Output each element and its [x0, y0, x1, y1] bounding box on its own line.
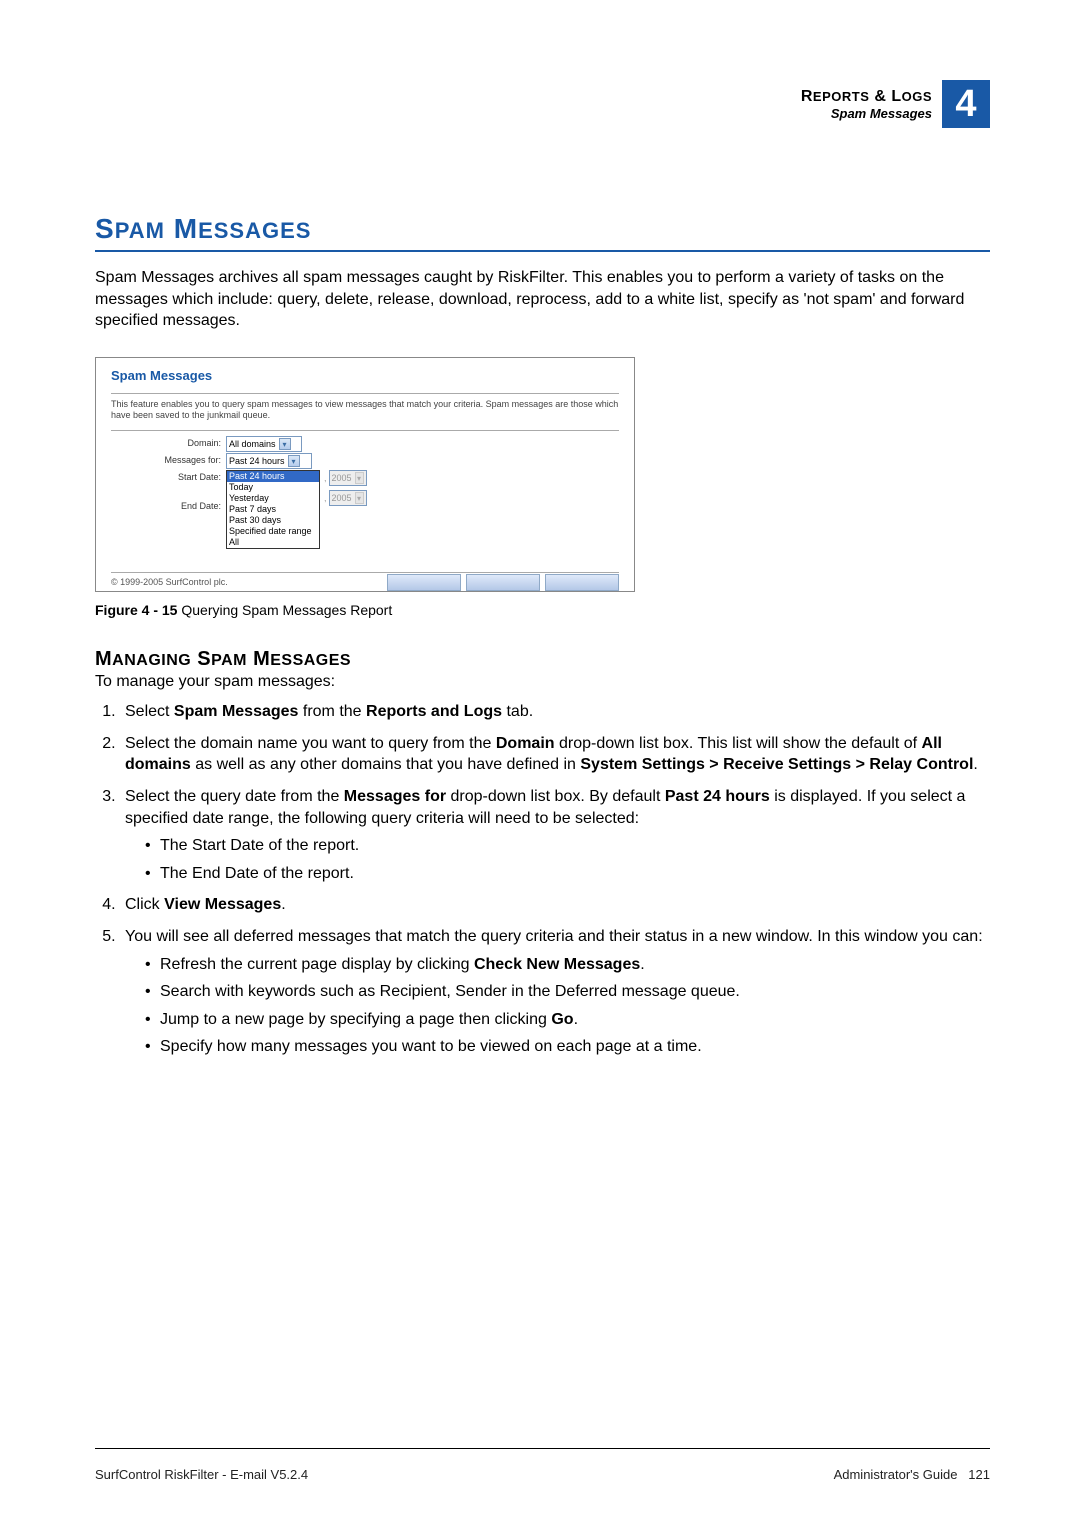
- substep-item: Specify how many messages you want to be…: [145, 1036, 990, 1058]
- chapter-number-badge: 4: [942, 80, 990, 128]
- dropdown-option[interactable]: Past 30 days: [227, 515, 319, 526]
- messages-for-dropdown[interactable]: Past 24 hours▾: [226, 453, 312, 469]
- dropdown-arrow-icon: ▾: [288, 455, 300, 467]
- end-date-label: End Date:: [111, 486, 226, 511]
- start-date-label: Start Date:: [111, 470, 226, 482]
- date-separator: ,: [324, 473, 327, 483]
- dropdown-arrow-icon: ▾: [355, 492, 364, 504]
- step-item: Select Spam Messages from the Reports an…: [120, 701, 990, 723]
- substep-item: The Start Date of the report.: [145, 835, 990, 857]
- substep-item: Refresh the current page display by clic…: [145, 954, 990, 976]
- dropdown-option[interactable]: Specified date range: [227, 526, 319, 537]
- panel-title: Spam Messages: [111, 368, 619, 383]
- end-year-dropdown[interactable]: 2005▾: [329, 490, 367, 506]
- dropdown-option[interactable]: Past 24 hours: [227, 471, 319, 482]
- dropdown-option[interactable]: All: [227, 537, 319, 548]
- domain-label: Domain:: [111, 436, 226, 448]
- footer-left: SurfControl RiskFilter - E-mail V5.2.4: [95, 1467, 308, 1482]
- messages-for-dropdown-list[interactable]: Past 24 hours Today Yesterday Past 7 day…: [226, 470, 320, 549]
- steps-list: Select Spam Messages from the Reports an…: [95, 701, 990, 1058]
- start-year-dropdown[interactable]: 2005▾: [329, 470, 367, 486]
- subsection-lead: To manage your spam messages:: [95, 673, 990, 691]
- title-rule: [95, 250, 990, 252]
- section-title: SPAM MESSAGES: [95, 213, 990, 245]
- step-item: Click View Messages.: [120, 894, 990, 916]
- page-footer: SurfControl RiskFilter - E-mail V5.2.4 A…: [95, 1467, 990, 1482]
- dropdown-option[interactable]: Yesterday: [227, 493, 319, 504]
- substep-item: Search with keywords such as Recipient, …: [145, 981, 990, 1003]
- messages-for-label: Messages for:: [111, 453, 226, 465]
- step-item: Select the query date from the Messages …: [120, 786, 990, 884]
- step-item: Select the domain name you want to query…: [120, 733, 990, 776]
- footer-rule: [95, 1448, 990, 1449]
- manual-page: REPORTS & LOGS Spam Messages 4 SPAM MESS…: [0, 0, 1080, 1527]
- substep-item: Jump to a new page by specifying a page …: [145, 1009, 990, 1031]
- figure-caption: Figure 4 - 15 Querying Spam Messages Rep…: [95, 602, 990, 618]
- dropdown-option[interactable]: Past 7 days: [227, 504, 319, 515]
- page-header: REPORTS & LOGS Spam Messages 4: [95, 80, 990, 128]
- date-separator: ,: [324, 493, 327, 503]
- dropdown-option[interactable]: Today: [227, 482, 319, 493]
- subsection-title: MANAGING SPAM MESSAGES: [95, 648, 990, 671]
- step-item: You will see all deferred messages that …: [120, 926, 990, 1058]
- dropdown-arrow-icon: ▾: [279, 438, 291, 450]
- dropdown-arrow-icon: ▾: [355, 472, 364, 484]
- screenshot-panel: Spam Messages This feature enables you t…: [95, 357, 635, 592]
- header-category: REPORTS & LOGS: [801, 88, 932, 106]
- panel-description: This feature enables you to query spam m…: [111, 399, 619, 422]
- screenshot-copyright: © 1999-2005 SurfControl plc.: [111, 575, 228, 591]
- domain-dropdown[interactable]: All domains▾: [226, 436, 302, 452]
- screenshot-button[interactable]: [387, 574, 461, 591]
- screenshot-button[interactable]: [545, 574, 619, 591]
- substep-item: The End Date of the report.: [145, 863, 990, 885]
- screenshot-button[interactable]: [466, 574, 540, 591]
- intro-paragraph: Spam Messages archives all spam messages…: [95, 267, 990, 332]
- header-subtitle: Spam Messages: [801, 106, 932, 121]
- footer-right: Administrator's Guide 121: [834, 1467, 990, 1482]
